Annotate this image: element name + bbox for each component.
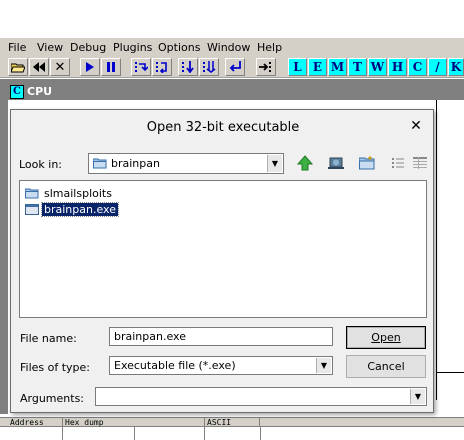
arguments-combobox[interactable]: ▼ — [95, 387, 427, 406]
dump-col-address[interactable]: Address — [8, 418, 63, 427]
file-name-label: File name: — [20, 332, 77, 345]
list-view-icon — [392, 158, 404, 168]
windows-window-button[interactable]: W — [368, 58, 387, 76]
trace-into-button[interactable] — [178, 58, 198, 76]
memory-window-button[interactable]: M — [328, 58, 347, 76]
log-window-button[interactable]: L — [288, 58, 307, 76]
step-into-button[interactable] — [131, 58, 151, 76]
close-x-icon: ✕ — [54, 59, 66, 75]
close-process-button[interactable]: ✕ — [50, 58, 70, 76]
cpu-window-icon: C — [10, 85, 24, 99]
file-name-value: brainpan.exe — [114, 330, 186, 343]
cancel-button-label: Cancel — [367, 360, 405, 373]
trace-into-icon — [182, 61, 194, 73]
executable-icon — [25, 204, 39, 215]
menu-plugins[interactable]: Plugins — [113, 41, 152, 54]
files-of-type-value: Executable file (*.exe) — [114, 359, 236, 372]
pause-button[interactable] — [101, 58, 121, 76]
open-button[interactable]: Open — [346, 326, 426, 349]
menu-bar: File View Debug Plugins Options Window H… — [0, 38, 464, 56]
rewind-button[interactable] — [29, 58, 49, 76]
dump-divider — [134, 427, 135, 440]
patches-window-button[interactable]: / — [428, 58, 447, 76]
threads-window-button[interactable]: T — [348, 58, 367, 76]
top-strip — [0, 0, 464, 38]
modules-window-button[interactable]: E — [308, 58, 327, 76]
new-folder-button[interactable] — [356, 152, 378, 174]
files-of-type-combobox[interactable]: Executable file (*.exe) ▼ — [109, 356, 333, 375]
return-arrow-icon — [229, 61, 241, 72]
list-item[interactable]: brainpan.exe — [25, 202, 119, 217]
arrow-up-icon — [297, 155, 313, 171]
dump-divider — [62, 427, 63, 440]
go-to-button[interactable] — [256, 58, 276, 76]
file-name: slmailsploits — [44, 187, 112, 200]
rewind-icon — [33, 62, 45, 72]
file-name-field[interactable]: brainpan.exe — [109, 327, 333, 346]
folder-icon — [93, 158, 107, 169]
menu-view[interactable]: View — [37, 41, 63, 54]
step-over-icon — [156, 62, 167, 73]
chevron-down-icon[interactable]: ▼ — [410, 389, 425, 404]
cancel-button[interactable]: Cancel — [346, 355, 426, 378]
step-into-icon — [135, 62, 148, 72]
call-stack-window-button[interactable]: K — [448, 58, 464, 76]
up-folder-button[interactable] — [294, 152, 316, 174]
cpu-window-button[interactable]: C — [408, 58, 427, 76]
menu-debug[interactable]: Debug — [70, 41, 106, 54]
dump-col-hexdump[interactable]: Hex dump — [63, 418, 205, 427]
open-file-button[interactable] — [8, 58, 28, 76]
open-executable-dialog: Open 32-bit executable ✕ Look in: brainp… — [10, 109, 434, 413]
look-in-combobox[interactable]: brainpan ▼ — [88, 153, 284, 174]
open-button-label: Open — [371, 331, 401, 344]
details-view-icon — [413, 157, 427, 169]
close-icon[interactable]: ✕ — [409, 118, 423, 134]
pane-divider-vertical[interactable] — [436, 100, 437, 400]
trace-over-icon — [203, 61, 216, 73]
folder-open-icon — [11, 63, 25, 72]
list-view-button[interactable] — [387, 152, 409, 174]
cpu-window-title: CPU — [27, 85, 53, 98]
toolbar: ✕ L E M T W H C / K — [0, 56, 464, 78]
dialog-title: Open 32-bit executable — [146, 120, 300, 135]
dump-col-ascii[interactable]: ASCII — [205, 418, 260, 427]
folder-icon — [25, 188, 39, 199]
desktop-button[interactable] — [325, 152, 347, 174]
arguments-label: Arguments: — [20, 392, 85, 405]
menu-file[interactable]: File — [8, 41, 26, 54]
list-item[interactable]: slmailsploits — [25, 186, 114, 201]
pause-icon — [107, 62, 115, 72]
menu-window[interactable]: Window — [207, 41, 250, 54]
chevron-down-icon[interactable]: ▼ — [267, 155, 282, 172]
file-name: brainpan.exe — [41, 202, 119, 217]
dump-divider — [260, 427, 261, 440]
menu-options[interactable]: Options — [158, 41, 200, 54]
files-of-type-label: Files of type: — [20, 361, 91, 374]
chevron-down-icon[interactable]: ▼ — [316, 358, 331, 373]
desktop-icon — [328, 157, 344, 169]
trace-over-button[interactable] — [199, 58, 219, 76]
handles-window-button[interactable]: H — [388, 58, 407, 76]
file-list[interactable]: slmailsploits brainpan.exe — [19, 180, 427, 318]
menu-help[interactable]: Help — [257, 41, 282, 54]
details-view-button[interactable] — [409, 152, 431, 174]
look-in-label: Look in: — [19, 158, 62, 171]
pane-divider-horizontal[interactable] — [436, 372, 464, 373]
dump-divider — [204, 427, 205, 440]
go-to-icon — [259, 62, 271, 72]
new-folder-icon — [359, 156, 375, 170]
play-icon — [86, 62, 94, 72]
cpu-window-titlebar: C CPU — [8, 84, 464, 100]
look-in-value: brainpan — [111, 157, 160, 170]
step-over-button[interactable] — [152, 58, 172, 76]
run-button[interactable] — [80, 58, 100, 76]
execute-till-return-button[interactable] — [225, 58, 245, 76]
dump-pane: Address Hex dump ASCII — [0, 414, 464, 440]
